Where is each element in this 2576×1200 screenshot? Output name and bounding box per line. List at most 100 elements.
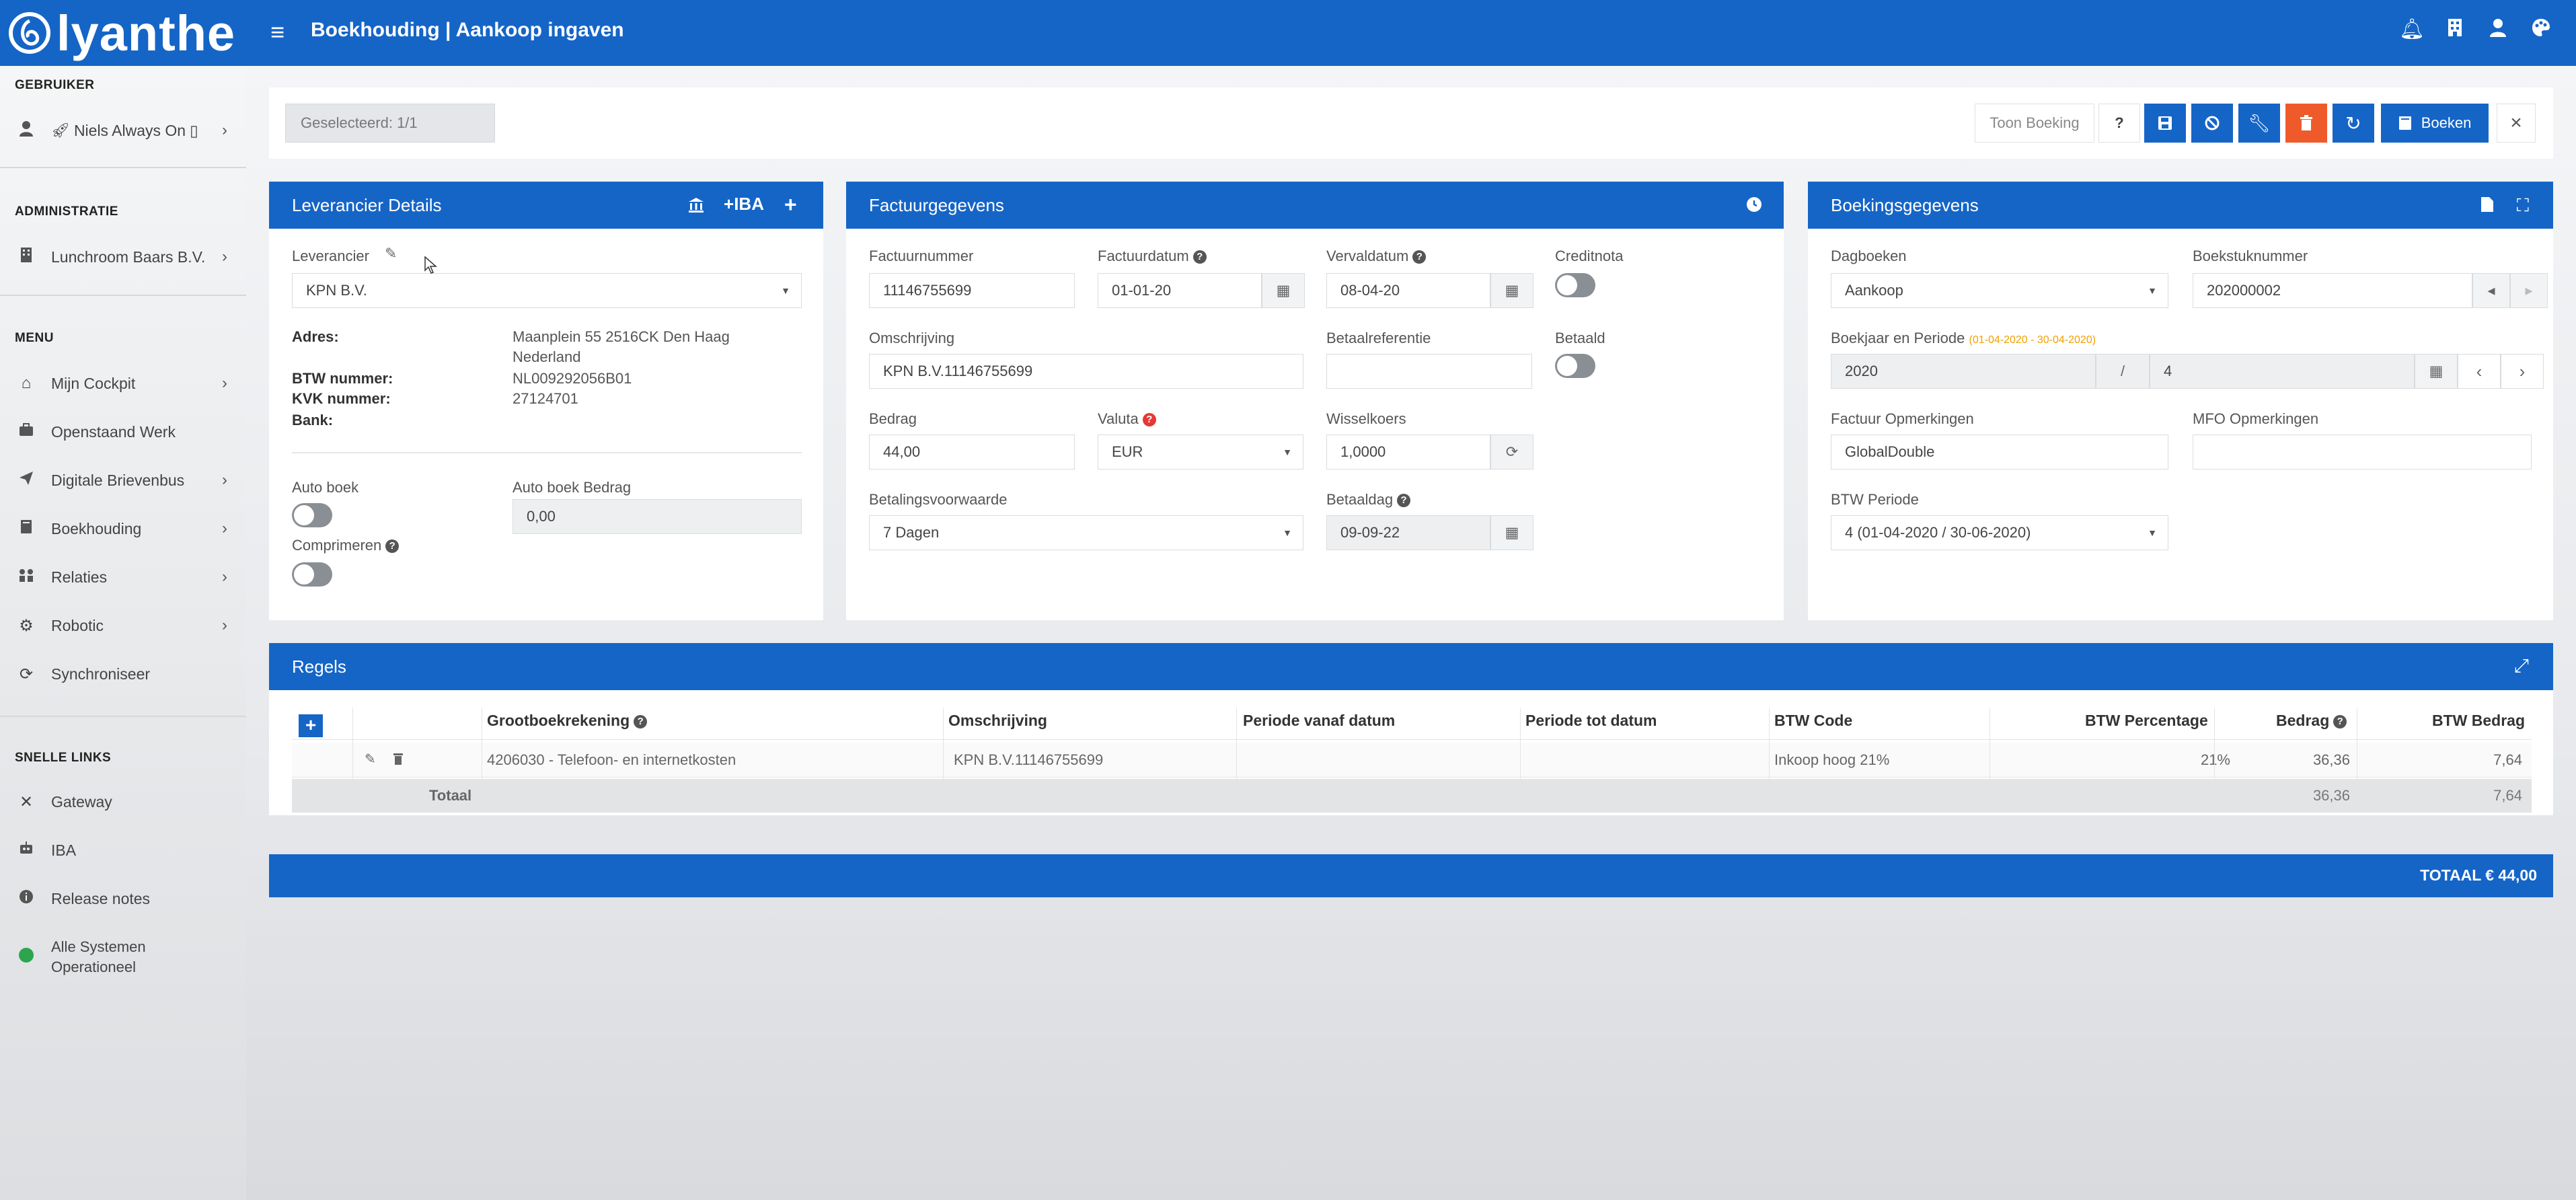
settings-button[interactable]: 🔧︎ bbox=[2238, 104, 2280, 143]
edit-row-icon[interactable]: ✎ bbox=[365, 751, 376, 767]
help-icon[interactable]: ? bbox=[634, 714, 648, 728]
calendar-icon[interactable]: ▦ bbox=[1490, 515, 1533, 550]
sidebar-item-label: Boekhouding bbox=[51, 519, 142, 537]
expand-arrows-icon[interactable]: ⤢ bbox=[2514, 655, 2529, 677]
calendar-icon[interactable]: ▦ bbox=[1490, 273, 1533, 308]
help-icon[interactable]: ? bbox=[385, 539, 400, 554]
description-input[interactable]: KPN B.V.11146755699 bbox=[869, 354, 1303, 389]
fiscal-year-input[interactable]: 2020 bbox=[1831, 354, 2096, 389]
amount-input[interactable]: 44,00 bbox=[869, 435, 1075, 470]
sidebar-item-label: Openstaand Werk bbox=[51, 422, 176, 441]
table-total-row bbox=[292, 779, 2532, 813]
previous-number-button[interactable]: ◂ bbox=[2472, 273, 2510, 308]
user-icon bbox=[15, 120, 38, 141]
ban-icon bbox=[2205, 116, 2220, 130]
building-icon[interactable] bbox=[2441, 17, 2468, 47]
payment-reference-input[interactable] bbox=[1326, 354, 1532, 389]
help-icon[interactable]: ? bbox=[2333, 714, 2347, 728]
autoboek-toggle[interactable] bbox=[292, 503, 332, 527]
book-button[interactable]: Boeken bbox=[2381, 104, 2489, 143]
next-period-button[interactable]: › bbox=[2501, 354, 2544, 389]
payment-day-input[interactable]: 09-09-22 bbox=[1326, 515, 1490, 550]
add-row-button[interactable]: + bbox=[299, 714, 323, 737]
cancel-button[interactable] bbox=[2191, 104, 2233, 143]
mfo-remarks-input[interactable] bbox=[2193, 435, 2532, 470]
calendar-check-icon[interactable]: ▦ bbox=[2415, 354, 2458, 389]
expand-icon[interactable]: ⛶ bbox=[2517, 195, 2529, 217]
sidebar-link-iba[interactable]: IBA bbox=[0, 834, 246, 866]
sidebar-item-label: Digitale Brievenbus bbox=[51, 471, 185, 489]
rocket-icon: 🚀︎ bbox=[51, 122, 70, 139]
logo-swirl-icon bbox=[9, 12, 50, 54]
cell-vat-percentage: 21% bbox=[2200, 751, 2230, 768]
autoboek-amount-input[interactable]: 0,00 bbox=[513, 499, 802, 534]
show-booking-button[interactable]: Toon Boeking bbox=[1975, 104, 2094, 143]
sidebar-item-synchroniseer[interactable]: ⟳ Synchroniseer bbox=[0, 658, 246, 690]
add-supplier-button[interactable]: + bbox=[784, 192, 797, 217]
palette-icon[interactable] bbox=[2528, 17, 2554, 47]
sidebar-system-status[interactable]: Alle Systemen Operationeel bbox=[0, 935, 246, 979]
next-number-button[interactable]: ▸ bbox=[2510, 273, 2548, 308]
help-icon[interactable]: ? bbox=[1142, 413, 1156, 427]
sidebar-item-openstaand-werk[interactable]: Openstaand Werk bbox=[0, 416, 246, 448]
save-button[interactable] bbox=[2144, 104, 2186, 143]
comprimeren-toggle[interactable] bbox=[292, 562, 332, 587]
clock-icon[interactable] bbox=[1746, 196, 1762, 217]
supplier-select[interactable]: KPN B.V. ▼ bbox=[292, 273, 802, 308]
close-icon[interactable]: × bbox=[2497, 104, 2536, 143]
sidebar-item-boekhouding[interactable]: Boekhouding › bbox=[0, 513, 246, 545]
delete-row-icon[interactable] bbox=[393, 752, 404, 769]
book-icon bbox=[2398, 116, 2411, 130]
sidebar-link-gateway[interactable]: ✕ Gateway bbox=[0, 786, 246, 818]
bank-icon[interactable] bbox=[687, 196, 705, 219]
sidebar-item-label: Mijn Cockpit bbox=[51, 374, 136, 392]
refresh-button[interactable]: ↻ bbox=[2333, 104, 2374, 143]
bell-icon[interactable]: 🔔︎ bbox=[2398, 17, 2425, 47]
help-button[interactable]: ? bbox=[2098, 104, 2140, 143]
sidebar-item-robotic[interactable]: ⚙ Robotic › bbox=[0, 609, 246, 642]
comprimeren-label: Comprimeren? bbox=[292, 537, 400, 554]
sidebar-link-label: Gateway bbox=[51, 792, 112, 811]
bank-label: Bank: bbox=[292, 412, 334, 428]
chevron-right-icon: › bbox=[222, 248, 227, 266]
pencil-icon[interactable]: ✎ bbox=[385, 245, 397, 262]
help-icon[interactable]: ? bbox=[1397, 494, 1411, 508]
creditnota-toggle[interactable] bbox=[1555, 273, 1595, 297]
help-icon[interactable]: ? bbox=[1192, 250, 1207, 264]
journals-select[interactable]: Aankoop ▼ bbox=[1831, 273, 2168, 308]
payment-terms-select[interactable]: 7 Dagen ▼ bbox=[869, 515, 1303, 550]
user-icon[interactable] bbox=[2485, 17, 2511, 47]
sidebar-item-mijn-cockpit[interactable]: ⌂ Mijn Cockpit › bbox=[0, 367, 246, 400]
previous-period-button[interactable]: ‹ bbox=[2458, 354, 2501, 389]
invoice-card-title: Factuurgegevens bbox=[869, 194, 1004, 215]
sidebar-link-release-notes[interactable]: Release notes bbox=[0, 883, 246, 915]
paid-toggle[interactable] bbox=[1555, 354, 1595, 378]
payment-day-label: Betaaldag? bbox=[1326, 491, 1411, 509]
sidebar-item-relaties[interactable]: Relaties › bbox=[0, 561, 246, 593]
invoice-remarks-input[interactable]: GlobalDouble bbox=[1831, 435, 2168, 470]
menu-toggle-icon[interactable]: ≡ bbox=[270, 20, 289, 44]
invoice-date-input[interactable]: 01-01-20 bbox=[1098, 273, 1262, 308]
invoice-number-input[interactable]: 11146755699 bbox=[869, 273, 1075, 308]
due-date-input[interactable]: 08-04-20 bbox=[1326, 273, 1490, 308]
currency-select[interactable]: EUR ▼ bbox=[1098, 435, 1303, 470]
add-iba-button[interactable]: +IBA bbox=[724, 194, 764, 215]
refresh-rate-icon[interactable]: ⟳ bbox=[1490, 435, 1533, 470]
document-icon[interactable] bbox=[2480, 196, 2494, 217]
vat-period-select[interactable]: 4 (01-04-2020 / 30-06-2020) ▼ bbox=[1831, 515, 2168, 550]
sidebar-item-digitale-brievenbus[interactable]: Digitale Brievenbus › bbox=[0, 464, 246, 496]
document-number-label: Boekstuknummer bbox=[2193, 248, 2308, 264]
period-input[interactable]: 4 bbox=[2150, 354, 2415, 389]
sidebar-item-admin[interactable]: Lunchroom Baars B.V. › bbox=[0, 241, 246, 273]
sidebar-item-user[interactable]: 🚀︎ Niels Always On ▯ › bbox=[0, 114, 246, 147]
supplier-card-title: Leverancier Details bbox=[292, 194, 442, 215]
sidebar-divider bbox=[0, 716, 246, 717]
calendar-icon[interactable]: ▦ bbox=[1262, 273, 1305, 308]
exchange-rate-input[interactable]: 1,0000 bbox=[1326, 435, 1490, 470]
delete-button[interactable] bbox=[2285, 104, 2327, 143]
btw-number-value: NL009292056B01 bbox=[513, 370, 632, 387]
year-period-separator: / bbox=[2096, 354, 2150, 389]
document-number-input[interactable]: 202000002 bbox=[2193, 273, 2472, 308]
logo[interactable]: lyanthe bbox=[8, 4, 235, 62]
help-icon[interactable]: ? bbox=[1412, 250, 1427, 264]
